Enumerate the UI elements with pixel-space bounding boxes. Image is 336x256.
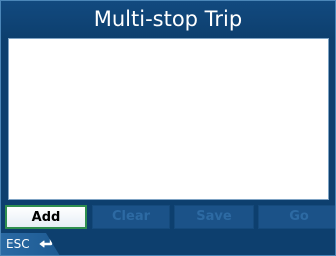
toolbar: Add Clear Save Go: [4, 205, 336, 229]
page-title: Multi-stop Trip: [93, 7, 243, 31]
clear-button: Clear: [92, 205, 170, 229]
trip-stops-list[interactable]: [8, 38, 329, 200]
save-button: Save: [174, 205, 254, 229]
esc-label: ESC: [6, 237, 30, 251]
go-button: Go: [258, 205, 336, 229]
add-button[interactable]: Add: [5, 205, 87, 229]
title-bar: Multi-stop Trip: [0, 0, 336, 38]
multi-stop-trip-screen: Multi-stop Trip Add Clear Save Go ESC: [0, 0, 336, 256]
